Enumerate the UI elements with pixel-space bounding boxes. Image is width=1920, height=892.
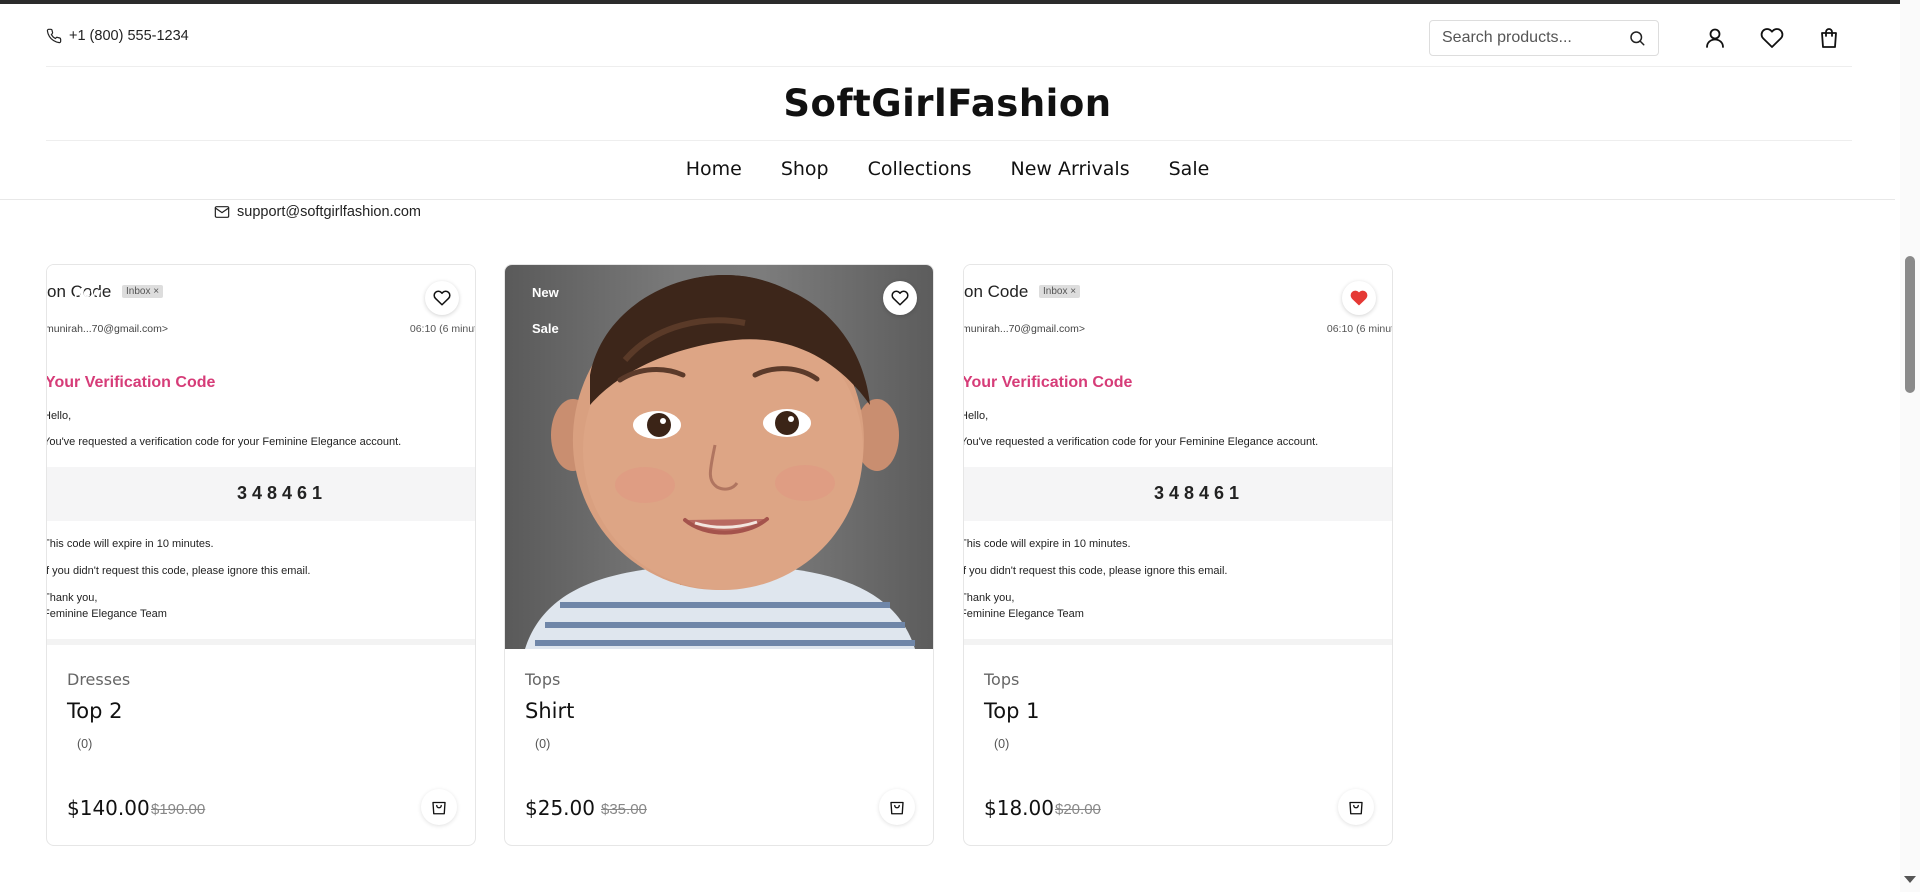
contact-phone[interactable]: +1 (800) 555-1234 [46, 28, 189, 44]
product-price: $140.00 [67, 796, 150, 820]
email-subject: on Code [964, 282, 1029, 301]
email-inbox-label: Inbox × [122, 285, 164, 298]
email-time: 06:10 (6 minut [1326, 323, 1393, 335]
email-greeting: Hello, [964, 410, 989, 422]
product-image[interactable]: on Code Inbox × munirah...70@gmail.com> … [47, 265, 476, 649]
product-price: $18.00 [984, 796, 1054, 820]
store-logo[interactable]: SoftGirlFashion [0, 82, 1895, 125]
heart-icon [433, 290, 451, 306]
phone-number: +1 (800) 555-1234 [69, 28, 189, 44]
wishlist-toggle[interactable] [883, 281, 917, 315]
product-rating-count: (0) [77, 737, 93, 751]
email-from: munirah...70@gmail.com> [47, 323, 169, 335]
product-info: Dresses Top 2 (0) $140.00 $190.00 [47, 649, 475, 845]
email-team: Feminine Elegance Team [47, 608, 167, 620]
nav-shop[interactable]: Shop [781, 158, 829, 180]
child-portrait-photo [505, 265, 933, 649]
wishlist-button[interactable] [1758, 24, 1786, 52]
wishlist-toggle-active[interactable] [1342, 281, 1376, 315]
main-nav: Home Shop Collections New Arrivals Sale [0, 158, 1895, 180]
email-inbox-label: Inbox × [1039, 285, 1081, 298]
new-badge: New [74, 285, 101, 300]
top-bar: +1 (800) 555-1234 support@softgirlfashio… [46, 20, 1852, 404]
product-old-price: $35.00 [601, 801, 647, 818]
window-top-strip [0, 0, 1900, 4]
mail-icon [214, 206, 230, 218]
email-bottom-bar [964, 639, 1392, 645]
shopping-bag-icon [1821, 28, 1837, 48]
email-bottom-bar [47, 639, 475, 645]
product-category: Tops [525, 670, 561, 689]
product-info: Tops Shirt (0) $25.00 $35.00 [505, 649, 933, 845]
email-line: You've requested a verification code for… [964, 436, 1319, 448]
email-line: This code will expire in 10 minutes. [47, 538, 214, 550]
product-rating-count: (0) [535, 737, 551, 751]
email-line: If you didn't request this code, please … [964, 565, 1228, 577]
heart-filled-icon [1350, 290, 1368, 306]
nav-home[interactable]: Home [686, 158, 742, 180]
search-icon[interactable] [1628, 29, 1646, 47]
wishlist-toggle[interactable] [425, 281, 459, 315]
email-title: Your Verification Code [964, 374, 1133, 391]
product-old-price: $190.00 [151, 801, 206, 818]
nav-divider [0, 199, 1895, 200]
scrollbar-thumb[interactable] [1905, 256, 1915, 393]
product-name[interactable]: Top 1 [984, 699, 1039, 723]
new-badge: New [532, 285, 559, 300]
email-line: If you didn't request this code, please … [47, 565, 311, 577]
email-screenshot-image: on Code Inbox × munirah...70@gmail.com> … [47, 265, 476, 649]
product-rating-count: (0) [994, 737, 1010, 751]
shopping-bag-icon [432, 801, 446, 815]
add-to-cart-button[interactable] [1338, 789, 1374, 825]
header-divider [46, 66, 1852, 67]
product-name[interactable]: Shirt [525, 699, 574, 723]
account-button[interactable] [1701, 24, 1729, 52]
scroll-down-arrow[interactable] [1904, 876, 1916, 883]
search-box [1429, 20, 1659, 56]
product-old-price: $20.00 [1055, 801, 1101, 818]
heart-icon [1760, 28, 1784, 48]
child-portrait-illustration [525, 275, 915, 649]
email-line: This code will expire in 10 minutes. [964, 538, 1131, 550]
product-image[interactable]: New Sale [505, 265, 933, 649]
page-scrollbar[interactable] [1900, 0, 1920, 892]
email-signoff: Thank you, [47, 592, 98, 604]
shopping-bag-icon [1349, 801, 1363, 815]
phone-icon [46, 28, 62, 44]
nav-sale[interactable]: Sale [1169, 158, 1210, 180]
nav-new-arrivals[interactable]: New Arrivals [1011, 158, 1130, 180]
email-screenshot-image: on Code Inbox × munirah...70@gmail.com> … [964, 265, 1393, 649]
shopping-bag-icon [890, 801, 904, 815]
cart-button[interactable] [1815, 24, 1843, 52]
product-card[interactable]: on Code Inbox × munirah...70@gmail.com> … [963, 264, 1393, 846]
email-line: You've requested a verification code for… [47, 436, 402, 448]
user-icon [1706, 28, 1724, 48]
product-name[interactable]: Top 2 [67, 699, 122, 723]
heart-icon [891, 290, 909, 306]
logo-divider [46, 140, 1852, 141]
email-from: munirah...70@gmail.com> [964, 323, 1086, 335]
email-time: 06:10 (6 minut [409, 323, 476, 335]
email-code: 348461 [236, 483, 328, 503]
product-info: Tops Top 1 (0) $18.00 $20.00 [964, 649, 1392, 845]
email-greeting: Hello, [47, 410, 72, 422]
email-address: support@softgirlfashion.com [237, 204, 421, 220]
product-category: Dresses [67, 670, 131, 689]
email-title: Your Verification Code [47, 374, 216, 391]
product-card[interactable]: on Code Inbox × munirah...70@gmail.com> … [46, 264, 476, 846]
email-signoff: Thank you, [964, 592, 1015, 604]
sale-badge: Sale [532, 321, 559, 336]
add-to-cart-button[interactable] [421, 789, 457, 825]
product-price: $25.00 [525, 796, 595, 820]
add-to-cart-button[interactable] [879, 789, 915, 825]
product-category: Tops [984, 670, 1020, 689]
search-input[interactable] [1442, 29, 1622, 47]
email-code: 348461 [1153, 483, 1245, 503]
product-card[interactable]: New Sale Tops Shirt (0) $25.00 $35.00 [504, 264, 934, 846]
nav-collections[interactable]: Collections [868, 158, 972, 180]
email-team: Feminine Elegance Team [964, 608, 1084, 620]
product-image[interactable]: on Code Inbox × munirah...70@gmail.com> … [964, 265, 1393, 649]
